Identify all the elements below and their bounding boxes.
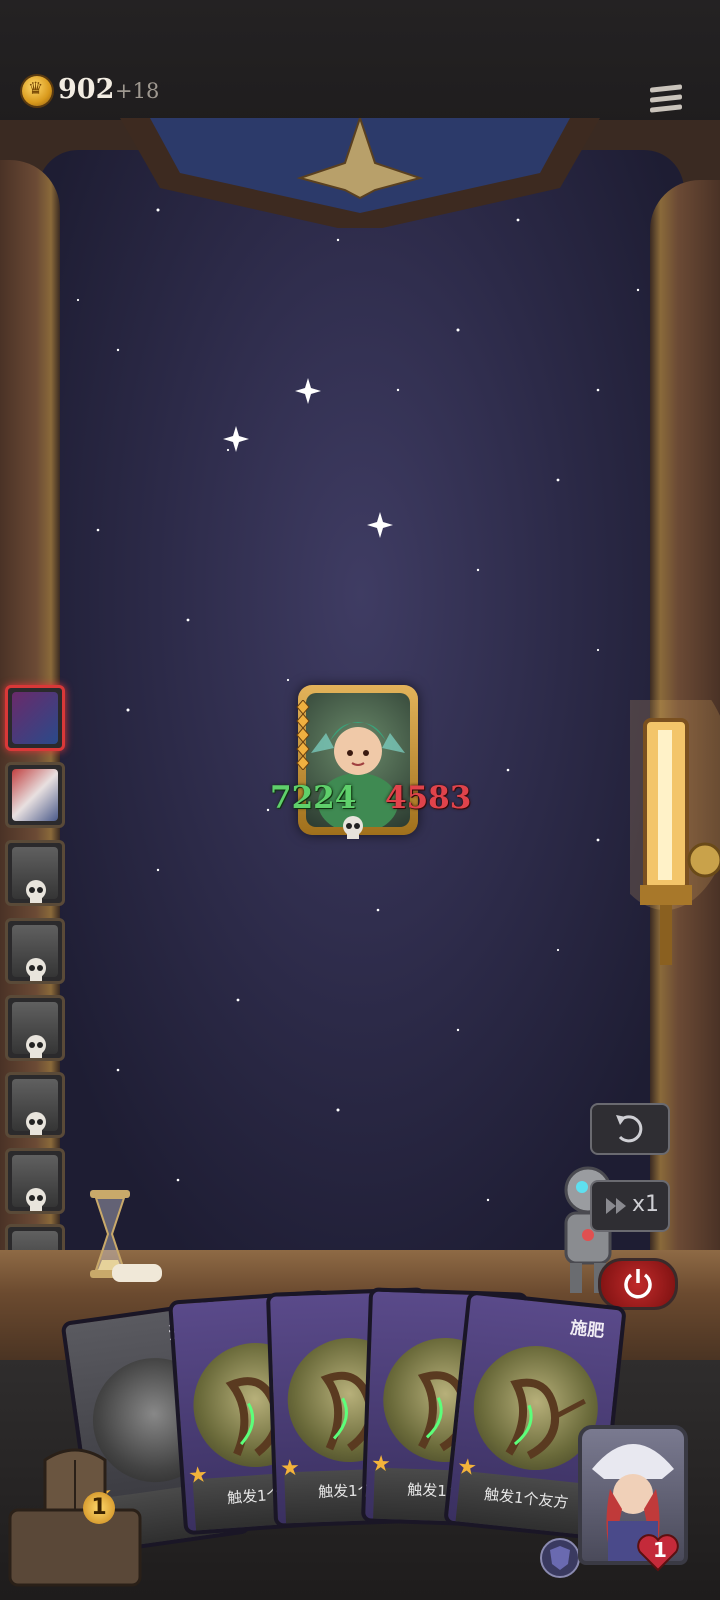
roster-slot-active[interactable] [5, 685, 65, 751]
avatar [12, 769, 58, 821]
speed-button[interactable]: x1 [590, 1180, 670, 1232]
compass-ornament [120, 118, 600, 228]
hourglass-icon [90, 1190, 162, 1282]
coin-count: 902 [58, 74, 115, 105]
hero-lives: 1 [653, 1538, 667, 1562]
skull-icon [26, 1112, 46, 1135]
skull-icon [26, 1035, 46, 1058]
star-icon: ★ [279, 1455, 301, 1482]
lantern [630, 700, 720, 965]
coin-icon [22, 76, 52, 106]
enemy-health: 7224 [270, 780, 357, 816]
menu-line-icon [650, 104, 682, 113]
deck-chest-icon[interactable] [5, 1440, 145, 1590]
coin-gain: +18 [115, 79, 160, 103]
star-icon: ★ [187, 1462, 209, 1489]
roster-slot-defeated[interactable] [5, 918, 65, 984]
deck-count-badge: 1 [83, 1492, 115, 1524]
power-icon [624, 1269, 652, 1299]
roster-slot-defeated[interactable] [5, 840, 65, 906]
card-title: 施肥 [569, 1318, 606, 1342]
roster-slot-defeated[interactable] [5, 1072, 65, 1138]
end-turn-button[interactable] [598, 1258, 678, 1310]
menu-line-icon [650, 94, 682, 103]
avatar [12, 692, 58, 744]
roster-slot-defeated[interactable] [5, 995, 65, 1061]
roster-slot-hero[interactable] [5, 762, 65, 828]
speed-label: x1 [632, 1192, 660, 1217]
menu-button[interactable] [648, 82, 684, 118]
star-icon: ★ [455, 1454, 479, 1482]
skull-icon [26, 1188, 46, 1211]
star-pips-icon [296, 700, 310, 770]
skull-icon [26, 880, 46, 903]
menu-line-icon [650, 84, 682, 93]
shield-icon [540, 1538, 580, 1578]
undo-icon [616, 1115, 643, 1143]
skull-icon [343, 816, 363, 839]
roster-slot-defeated[interactable] [5, 1148, 65, 1214]
enemy-attack: 4583 [385, 780, 472, 816]
top-bar [0, 0, 720, 125]
skull-icon [26, 958, 46, 981]
undo-button[interactable] [590, 1103, 670, 1155]
star-icon: ★ [370, 1451, 392, 1478]
